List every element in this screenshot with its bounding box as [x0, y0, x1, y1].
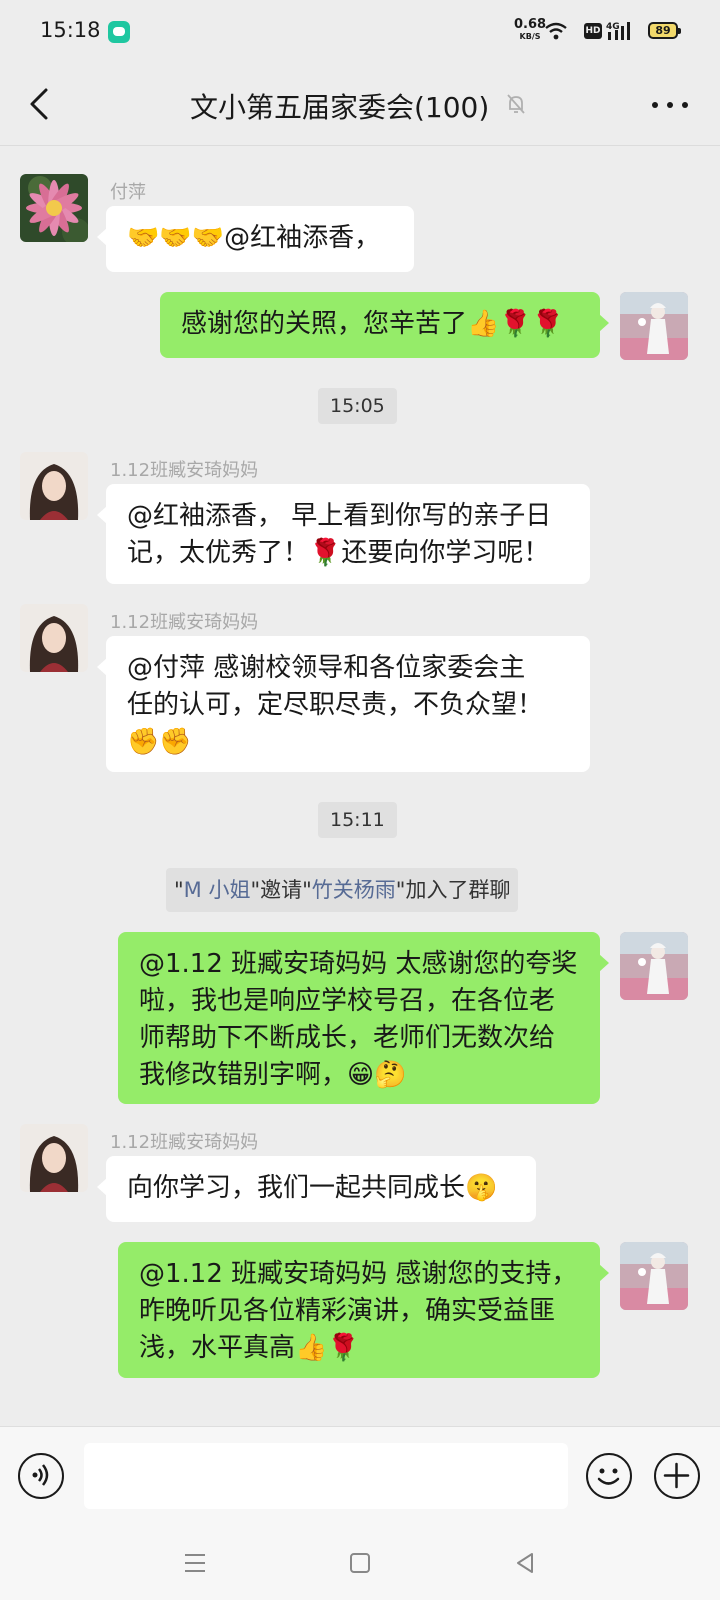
message-bubble[interactable]: 🤝🤝🤝@红袖添香，: [97, 206, 414, 272]
message-text-line: @1.12 班臧安琦妈妈 太感谢您的夸奖: [139, 949, 578, 979]
plus-icon: [663, 1462, 690, 1489]
chat-header: 文小第五届家委会(100): [0, 62, 720, 146]
self-avatar-image: [620, 292, 688, 360]
timestamp: 15:05: [318, 388, 397, 424]
avatar[interactable]: [20, 604, 88, 672]
message-text: 🤝🤝🤝@红袖添香，: [127, 223, 381, 253]
voice-button[interactable]: [18, 1453, 64, 1499]
message-text-line: 任的认可，定尽职尽责，不负众望！: [127, 690, 544, 720]
avatar[interactable]: [620, 292, 688, 360]
partial-avatar-ring: [496, 146, 566, 156]
message-bubble[interactable]: 感谢您的关照，您辛苦了👍🌹🌹: [160, 292, 609, 358]
message-bubble[interactable]: @红袖添香， 早上看到你写的亲子日 记，太优秀了！🌹还要向你学习呢！: [97, 484, 590, 584]
network-speed: 0.68 KB/S: [514, 17, 547, 43]
notification-app-icon: [108, 21, 130, 43]
battery-icon: 89: [648, 22, 681, 39]
sender-name: 1.12班臧安琦妈妈: [110, 460, 259, 481]
emoji-button[interactable]: [586, 1453, 632, 1499]
status-bar: 15:18 0.68 KB/S HD 4G 89: [0, 0, 720, 62]
message-text-line: 浅，水平真高👍🌹: [139, 1333, 360, 1363]
hd-badge: HD: [584, 23, 602, 39]
nav-back-icon[interactable]: [510, 1548, 540, 1578]
avatar[interactable]: [620, 932, 688, 1000]
message-bubble[interactable]: @付萍 感谢校领导和各位家委会主 任的认可，定尽职尽责，不负众望！ ✊✊: [97, 636, 590, 772]
signal-icon: 4G: [606, 22, 630, 40]
system-nav-bar: [0, 1524, 720, 1600]
wifi-icon: [545, 22, 567, 40]
self-avatar-image: [620, 932, 688, 1000]
message-bubble[interactable]: @1.12 班臧安琦妈妈 感谢您的支持， 昨晚听见各位精彩演讲，确实受益匪 浅，…: [118, 1242, 609, 1378]
girl-avatar-image: [20, 604, 88, 672]
avatar[interactable]: [620, 1242, 688, 1310]
self-avatar-image: [620, 1242, 688, 1310]
sender-name: 1.12班臧安琦妈妈: [110, 612, 259, 633]
emoji-icon: [597, 1468, 620, 1485]
avatar[interactable]: [20, 174, 88, 242]
message-text-line: 我修改错别字啊，😁🤔: [139, 1060, 407, 1090]
back-button[interactable]: [20, 84, 60, 124]
message-text-line: @1.12 班臧安琦妈妈 感谢您的支持，: [139, 1259, 578, 1289]
plus-button[interactable]: [654, 1453, 700, 1499]
sender-name: 1.12班臧安琦妈妈: [110, 1132, 259, 1153]
message-text-line: @付萍 感谢校领导和各位家委会主: [127, 653, 526, 683]
chat-message-list[interactable]: 付萍 🤝🤝🤝@红袖添香， 感谢您的关照，您辛苦了👍🌹🌹 15:05 1.12班臧…: [0, 146, 720, 1426]
message-bubble[interactable]: @1.12 班臧安琦妈妈 太感谢您的夸奖 啦，我也是响应学校号召，在各位老 师帮…: [118, 932, 609, 1104]
voice-icon: [32, 1464, 49, 1486]
system-notice-invite: "邀请": [250, 878, 312, 902]
message-text-line: @红袖添香， 早上看到你写的亲子日: [127, 501, 552, 531]
message-input[interactable]: [84, 1443, 568, 1509]
sender-name: 付萍: [110, 182, 146, 203]
timestamp: 15:11: [318, 802, 397, 838]
message-text-line: 啦，我也是响应学校号召，在各位老: [139, 986, 556, 1016]
nav-home-icon[interactable]: [345, 1548, 375, 1578]
system-notice-quote: ": [174, 878, 184, 902]
system-notice: "M 小姐"邀请"竹关杨雨"加入了群聊: [166, 868, 519, 912]
message-text-line: 记，太优秀了！🌹还要向你学习呢！: [127, 538, 550, 568]
network-speed-unit: KB/S: [519, 32, 541, 41]
system-notice-tail: "加入了群聊: [395, 878, 511, 902]
message-text: 向你学习，我们一起共同成长🤫: [127, 1173, 498, 1203]
more-options-button[interactable]: [650, 92, 690, 116]
message-text-line: 师帮助下不断成长，老师们无数次给: [139, 1023, 556, 1053]
message-text-line: ✊✊: [127, 727, 192, 757]
message-text: 感谢您的关照，您辛苦了👍🌹🌹: [181, 309, 565, 339]
inviter-name[interactable]: M 小姐: [184, 878, 251, 902]
status-time: 15:18: [40, 18, 101, 42]
message-bubble[interactable]: 向你学习，我们一起共同成长🤫: [97, 1156, 536, 1222]
invitee-name[interactable]: 竹关杨雨: [312, 878, 396, 902]
avatar[interactable]: [20, 1124, 88, 1192]
input-bar: [0, 1426, 720, 1524]
network-speed-value: 0.68: [514, 17, 547, 32]
nav-menu-icon[interactable]: [180, 1548, 210, 1578]
flower-avatar-image: [20, 174, 88, 242]
avatar[interactable]: [20, 452, 88, 520]
message-text-line: 昨晚听见各位精彩演讲，确实受益匪: [139, 1296, 556, 1326]
girl-avatar-image: [20, 1124, 88, 1192]
girl-avatar-image: [20, 452, 88, 520]
page-title: 文小第五届家委会(100): [190, 91, 490, 124]
mute-bell-icon: [507, 94, 525, 114]
